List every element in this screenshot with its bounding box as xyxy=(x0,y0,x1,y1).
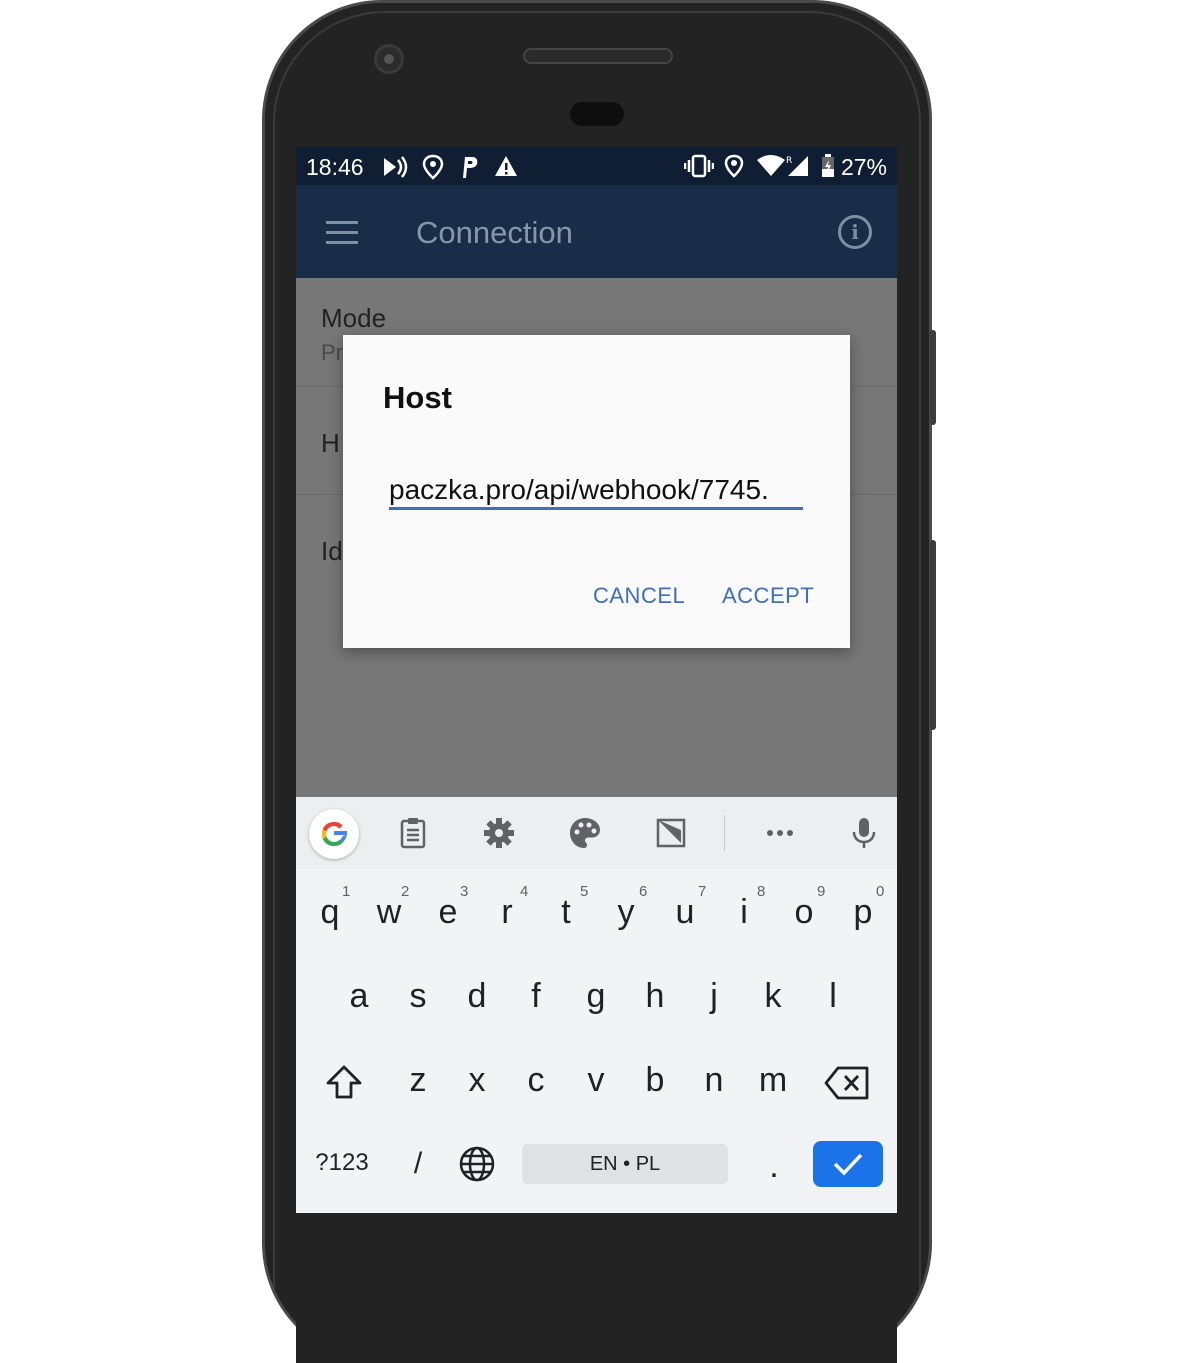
key-hint: 3 xyxy=(460,883,469,900)
space-bar[interactable]: EN • PL xyxy=(522,1144,728,1184)
battery-icon xyxy=(822,154,834,177)
parking-icon xyxy=(463,157,478,178)
signal-icon: R xyxy=(786,156,808,176)
page-title: Connection xyxy=(416,215,573,250)
location-icon xyxy=(724,154,744,178)
key-k[interactable]: k xyxy=(753,977,793,1016)
slash-key[interactable]: / xyxy=(398,1147,438,1181)
key-hint: 1 xyxy=(342,883,351,900)
key-c[interactable]: c xyxy=(516,1061,556,1100)
key-d[interactable]: d xyxy=(457,977,497,1016)
host-input[interactable] xyxy=(389,473,803,510)
status-bar: 18:46 R 27% xyxy=(296,147,897,185)
phone-screen: 18:46 R 27% Connection i Mode Pr H Id Ho… xyxy=(296,147,897,1213)
key-s[interactable]: s xyxy=(398,977,438,1016)
clipboard-icon[interactable] xyxy=(395,815,431,851)
accept-button[interactable]: ACCEPT xyxy=(722,583,814,609)
cast-icon xyxy=(384,156,408,178)
pref-host-title[interactable]: H xyxy=(321,428,340,459)
location-pin-icon xyxy=(422,154,444,180)
wifi-icon xyxy=(757,155,785,176)
key-hint: 9 xyxy=(817,883,826,900)
hamburger-menu-icon[interactable] xyxy=(326,221,358,245)
app-bar: Connection i xyxy=(296,185,897,278)
key-hint: 6 xyxy=(639,883,648,900)
vibrate-icon xyxy=(684,154,714,178)
svg-text:R: R xyxy=(786,156,792,166)
symbols-key[interactable]: ?123 xyxy=(312,1149,372,1177)
pref-mode-value: Pr xyxy=(321,340,343,365)
key-hint: 0 xyxy=(876,883,885,900)
key-l[interactable]: l xyxy=(813,977,853,1016)
globe-icon[interactable] xyxy=(458,1145,496,1183)
pref-mode-title[interactable]: Mode xyxy=(321,303,386,334)
key-b[interactable]: b xyxy=(635,1061,675,1100)
enter-key[interactable] xyxy=(813,1141,883,1187)
one-handed-icon[interactable] xyxy=(653,815,689,851)
toolbar-separator xyxy=(724,815,725,851)
backspace-icon[interactable] xyxy=(824,1065,870,1101)
volume-button xyxy=(930,540,936,730)
keyboard-toolbar xyxy=(296,797,897,869)
key-hint: 4 xyxy=(520,883,529,900)
warning-icon xyxy=(495,156,517,176)
key-v[interactable]: v xyxy=(576,1061,616,1100)
dialog-title: Host xyxy=(383,380,452,415)
key-x[interactable]: x xyxy=(457,1061,497,1100)
more-icon[interactable] xyxy=(762,815,798,851)
info-icon[interactable]: i xyxy=(838,215,872,249)
key-f[interactable]: f xyxy=(516,977,556,1016)
key-hint: 5 xyxy=(580,883,589,900)
google-icon[interactable] xyxy=(309,809,359,859)
power-button xyxy=(930,330,936,425)
shift-icon[interactable] xyxy=(324,1063,364,1103)
key-h[interactable]: h xyxy=(635,977,675,1016)
key-m[interactable]: m xyxy=(753,1061,793,1100)
proximity-sensor xyxy=(570,102,624,126)
front-camera xyxy=(374,44,404,74)
cancel-button[interactable]: CANCEL xyxy=(593,583,685,609)
battery-percentage: 27% xyxy=(840,154,887,180)
key-j[interactable]: j xyxy=(694,977,734,1016)
key-z[interactable]: z xyxy=(398,1061,438,1100)
status-time: 18:46 xyxy=(306,154,364,180)
soft-keyboard: q w e r t y u i o p 1 2 3 4 5 6 7 8 9 0 … xyxy=(296,797,897,1213)
key-hint: 7 xyxy=(698,883,707,900)
phone-chin xyxy=(296,1213,897,1363)
key-a[interactable]: a xyxy=(339,977,379,1016)
palette-icon[interactable] xyxy=(567,815,603,851)
key-g[interactable]: g xyxy=(576,977,616,1016)
earpiece-speaker xyxy=(523,48,673,64)
settings-icon[interactable] xyxy=(481,815,517,851)
key-hint: 2 xyxy=(401,883,410,900)
period-key[interactable]: . xyxy=(754,1147,794,1186)
checkmark-icon xyxy=(833,1153,863,1176)
key-n[interactable]: n xyxy=(694,1061,734,1100)
key-hint: 8 xyxy=(757,883,766,900)
host-dialog: Host CANCEL ACCEPT xyxy=(343,335,850,648)
pref-id-title[interactable]: Id xyxy=(321,536,343,567)
microphone-icon[interactable] xyxy=(846,815,882,851)
